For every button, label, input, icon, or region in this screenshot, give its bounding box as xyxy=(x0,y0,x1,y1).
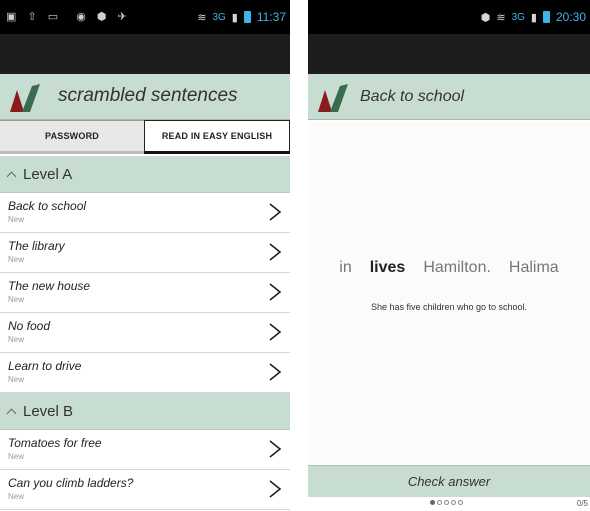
list-item-tomatoes-for-free[interactable]: Tomatoes for free New xyxy=(0,430,290,470)
action-bar-spacer xyxy=(308,34,590,74)
tab-password[interactable]: PASSWORD xyxy=(0,120,144,154)
chevron-right-icon xyxy=(269,323,282,341)
wifi-icon: ≋ xyxy=(496,11,506,24)
battery-icon xyxy=(542,11,550,23)
chevron-right-icon xyxy=(269,440,282,458)
word-tile[interactable]: Hamilton. xyxy=(423,259,491,277)
progress-dot xyxy=(458,500,463,505)
progress-dot xyxy=(444,500,449,505)
chevron-right-icon xyxy=(269,203,282,221)
tab-bar: PASSWORD READ IN EASY ENGLISH xyxy=(0,120,290,154)
list-item-title: Back to school xyxy=(8,199,87,213)
section-header-level-a[interactable]: Level A xyxy=(0,156,290,193)
app-header: scrambled sentences xyxy=(0,74,290,120)
word-tile[interactable]: in xyxy=(339,259,351,277)
list-item-status: New xyxy=(8,375,25,384)
screen-lesson-list: ▣ ⇧ ▭ ◉ ⬢ ✈ ≋ 3G ▮ 11:37 scrambled sente… xyxy=(0,0,290,511)
status-clock: 11:37 xyxy=(256,10,286,24)
chevron-right-icon xyxy=(269,363,282,381)
tab-read-in-easy-english[interactable]: READ IN EASY ENGLISH xyxy=(144,120,290,154)
wifi-icon: ≋ xyxy=(197,11,207,24)
progress-dots xyxy=(430,500,463,505)
list-item-the-new-house[interactable]: The new house New xyxy=(0,273,290,313)
list-item-title: The new house xyxy=(8,279,91,293)
list-item-status: New xyxy=(8,255,25,264)
scrambled-words: in lives Hamilton. Halima xyxy=(308,259,590,277)
progress-dot xyxy=(437,500,442,505)
collapse-caret-icon xyxy=(6,171,17,181)
list-item-status: New xyxy=(8,215,25,224)
progress-dot-current xyxy=(430,500,435,505)
app-logo-icon xyxy=(10,84,40,112)
chevron-right-icon xyxy=(269,480,282,498)
context-sentence: She has five children who go to school. xyxy=(370,302,528,312)
list-item-status: New xyxy=(8,295,25,304)
chevron-right-icon xyxy=(269,283,282,301)
app-logo-icon xyxy=(318,84,348,112)
exercise-area: in lives Hamilton. Halima She has five c… xyxy=(308,122,590,465)
status-bar: ⬢ ≋ 3G ▮ 20:30 xyxy=(308,0,590,34)
list-item-title: Can you climb ladders? xyxy=(8,476,134,490)
signal-icon: ▮ xyxy=(231,11,238,24)
list-item-status: New xyxy=(8,492,25,501)
exercise-title: Back to school xyxy=(360,88,465,105)
section-header-level-b[interactable]: Level B xyxy=(0,393,290,430)
notification-icons: ▣ ⇧ ▭ ◉ ⬢ ✈ xyxy=(6,11,131,23)
section-title: Level A xyxy=(23,165,73,183)
list-item-no-food[interactable]: No food New xyxy=(0,313,290,353)
location-icon: ⬢ xyxy=(480,11,491,24)
list-item-title: The library xyxy=(8,239,65,253)
lesson-list: Level A Back to school New The library N… xyxy=(0,156,290,510)
app-title: scrambled sentences xyxy=(58,85,238,106)
collapse-caret-icon xyxy=(6,408,17,418)
progress-counter: 0/5 xyxy=(576,499,588,508)
network-type: 3G xyxy=(511,11,525,23)
list-item-status: New xyxy=(8,335,25,344)
exercise-header: Back to school xyxy=(308,74,590,120)
word-tile-selected[interactable]: lives xyxy=(370,259,406,277)
list-item-status: New xyxy=(8,452,25,461)
list-item-can-you-climb-ladders[interactable]: Can you climb ladders? New xyxy=(0,470,290,510)
progress-footer: 0/5 xyxy=(308,497,590,511)
battery-icon xyxy=(243,11,251,23)
progress-dot xyxy=(451,500,456,505)
action-bar-spacer xyxy=(0,34,290,74)
status-clock: 20:30 xyxy=(555,10,586,24)
check-answer-button[interactable]: Check answer xyxy=(308,465,590,497)
list-item-title: Tomatoes for free xyxy=(8,436,102,450)
word-tile[interactable]: Halima xyxy=(509,259,559,277)
list-item-the-library[interactable]: The library New xyxy=(0,233,290,273)
chevron-right-icon xyxy=(269,243,282,261)
list-item-title: Learn to drive xyxy=(8,359,82,373)
signal-icon: ▮ xyxy=(530,11,537,24)
list-item-title: No food xyxy=(8,319,51,333)
list-item-back-to-school[interactable]: Back to school New xyxy=(0,193,290,233)
network-type: 3G xyxy=(212,11,226,23)
section-title: Level B xyxy=(23,402,74,420)
screen-exercise: ⬢ ≋ 3G ▮ 20:30 Back to school in lives H… xyxy=(308,0,590,511)
list-item-learn-to-drive[interactable]: Learn to drive New xyxy=(0,353,290,393)
status-bar: ▣ ⇧ ▭ ◉ ⬢ ✈ ≋ 3G ▮ 11:37 xyxy=(0,0,290,34)
